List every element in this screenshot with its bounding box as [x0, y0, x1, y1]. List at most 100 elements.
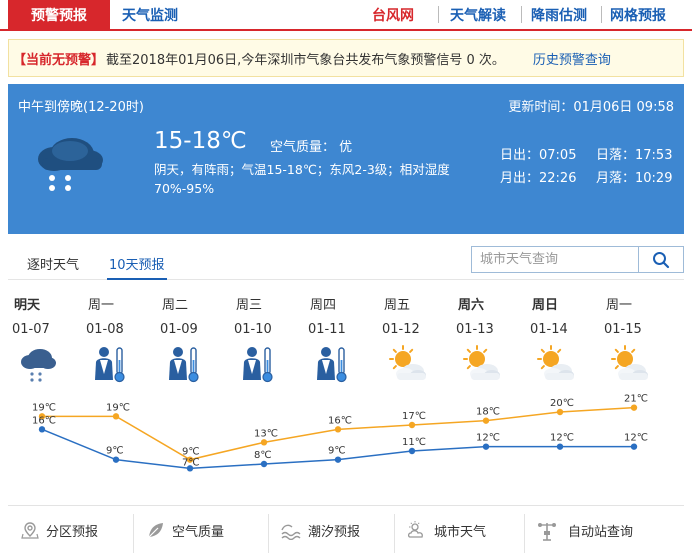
temperature-label: 21℃ — [624, 394, 648, 405]
tab-rain-estimate[interactable]: 降雨估测 — [531, 0, 587, 29]
forecast-date-label: 01-07 — [12, 322, 50, 337]
tab-typhoon[interactable]: 台风网 — [372, 0, 414, 29]
bottom-label-auto-station: 自动站查询 — [568, 524, 634, 540]
sun-cloud-icon — [407, 521, 423, 538]
warning-tag: 【当前无预警】 — [13, 52, 105, 68]
tab-10day[interactable]: 10天预报 — [109, 254, 165, 273]
temperature-point — [112, 456, 120, 463]
temperature-point — [408, 447, 416, 455]
tab-weather-explain[interactable]: 天气解读 — [450, 0, 506, 29]
forecast-period: 中午到傍晚(12-20时) — [18, 100, 144, 115]
temperature-point — [38, 426, 46, 433]
partly-cloudy-icon — [460, 344, 502, 384]
nav-divider — [438, 6, 439, 23]
forecast-date-label: 01-13 — [456, 322, 494, 337]
cold-person-icon — [164, 344, 206, 384]
temperature-point — [556, 443, 564, 450]
sunset-time: 日落：17:53 — [596, 148, 673, 163]
tab-grid-forecast[interactable]: 网格预报 — [610, 0, 666, 29]
bottom-item-tide[interactable]: 潮汐预报 — [280, 506, 360, 553]
air-quality: 空气质量： 优 — [270, 140, 353, 155]
forecast-day-label: 周一 — [606, 298, 633, 313]
temperature-point — [260, 460, 268, 468]
cold-person-icon — [238, 344, 280, 384]
cold-person-icon — [90, 344, 132, 384]
sun-moon-times: 日出：07:05 日落：17:53 月出：22:26 月落：10:29 — [500, 144, 692, 190]
temperature-point — [334, 426, 342, 433]
temperature-label: 12℃ — [624, 433, 648, 444]
forecast-day-label: 周四 — [310, 298, 337, 313]
bottom-label-city-weather: 城市天气 — [434, 524, 487, 540]
bottom-item-city-weather[interactable]: 城市天气 — [406, 506, 486, 553]
temperature-label: 18℃ — [476, 407, 500, 418]
warning-bar: 【当前无预警】 截至2018年01月06日,今年深圳市气象台共发布气象预警信号 … — [8, 39, 684, 77]
partly-cloudy-icon — [534, 344, 576, 384]
bottom-item-auto-station[interactable]: 自动站查询 — [536, 506, 633, 553]
tab-hourly[interactable]: 逐时天气 — [27, 254, 79, 273]
forecast-date-label: 01-12 — [382, 322, 420, 337]
forecast-day-label: 明天 — [14, 298, 41, 313]
forecast-date-label: 01-14 — [530, 322, 568, 337]
nav-divider — [601, 6, 602, 23]
forecast-date-label: 01-10 — [234, 322, 272, 337]
ten-day-forecast: 19℃ 19℃ 9℃ 13℃ 16℃ 17℃ 18℃ 20℃ 21℃ 16℃ 9℃ 7℃ 8℃ 9℃ 11℃… — [8, 280, 684, 505]
partly-cloudy-icon — [608, 344, 650, 384]
temperature-point — [630, 443, 638, 450]
temperature-point — [112, 413, 120, 420]
temperature-point — [260, 439, 268, 446]
bottom-divider — [524, 514, 525, 553]
moonrise-time: 月出：22:26 — [500, 171, 577, 186]
bottom-divider — [268, 514, 269, 553]
temperature-point — [630, 404, 638, 411]
nav-divider — [521, 6, 522, 23]
temperature-label: 7℃ — [182, 457, 200, 468]
temperature-label: 16℃ — [32, 415, 56, 426]
update-time: 更新时间：01月06日 09:58 — [508, 100, 674, 115]
warning-message: 截至2018年01月06日,今年深圳市气象台共发布气象预警信号 0 次。 — [106, 52, 505, 68]
search-button[interactable] — [638, 246, 684, 273]
temperature-label: 9℃ — [182, 447, 200, 458]
forecast-day-label: 周二 — [162, 298, 189, 313]
bottom-divider — [394, 514, 395, 553]
temperature-label: 20℃ — [550, 398, 574, 409]
temperature-chart: 19℃ 19℃9℃13℃16℃ 17℃ 18℃20℃ 21℃16℃9℃7℃8℃ 9℃11℃… — [32, 394, 648, 472]
sunrise-time: 日出：07:05 — [500, 148, 577, 163]
bottom-bar: 分区预报 空气质量 潮汐预报 城市天气 自动站查询 — [8, 505, 684, 553]
temperature-label: 12℃ — [550, 433, 574, 444]
cloud-rain-icon — [38, 138, 103, 191]
temperature-label: 8℃ — [254, 450, 272, 461]
city-search-input[interactable]: 城市天气查询 — [471, 246, 639, 273]
history-warning-link[interactable]: 历史预警查询 — [533, 49, 611, 68]
leaf-icon — [148, 523, 163, 538]
map-pin-icon — [21, 522, 39, 539]
temperature-label: 17℃ — [402, 411, 426, 422]
forecast-day-label: 周六 — [458, 298, 485, 313]
temperature-label: 12℃ — [476, 433, 500, 444]
current-weather-panel: 中午到傍晚(12-20时) 更新时间：01月06日 09:58 15-18℃ 空… — [8, 84, 684, 234]
weather-station-icon — [538, 523, 556, 541]
bottom-item-district[interactable]: 分区预报 — [20, 506, 98, 553]
bottom-item-air-quality[interactable]: 空气质量 — [146, 506, 224, 553]
weather-description: 阴天，有阵雨；气温15-18℃；东风2-3级；相对湿度70%-95% — [154, 162, 450, 196]
forecast-date-label: 01-09 — [160, 322, 198, 337]
temperature-range: 15-18℃ — [154, 128, 247, 154]
temperature-label: 11℃ — [402, 437, 426, 448]
temperature-label: 13℃ — [254, 428, 278, 439]
temperature-point — [556, 408, 564, 416]
forecast-date-label: 01-11 — [308, 322, 346, 337]
tab-warning-forecast[interactable]: 预警预报 — [8, 0, 110, 29]
bottom-label-air-quality: 空气质量 — [172, 524, 225, 540]
tide-icon — [281, 524, 301, 540]
top-nav: 预警预报 天气监测 台风网 天气解读 降雨估测 网格预报 — [0, 0, 692, 31]
partly-cloudy-icon — [386, 344, 428, 384]
page: 预警预报 天气监测 台风网 天气解读 降雨估测 网格预报 【当前无预警】 截至2… — [0, 0, 692, 553]
cloud-rain-icon — [16, 344, 58, 384]
forecast-day-label: 周日 — [532, 298, 559, 313]
temperature-label: 9℃ — [106, 446, 124, 457]
temperature-label: 9℃ — [328, 446, 346, 457]
temperature-point — [482, 443, 490, 450]
cold-person-icon — [312, 344, 354, 384]
tab-weather-monitor[interactable]: 天气监测 — [122, 0, 178, 29]
bottom-label-district: 分区预报 — [46, 524, 99, 540]
forecast-day-label: 周五 — [384, 298, 411, 313]
